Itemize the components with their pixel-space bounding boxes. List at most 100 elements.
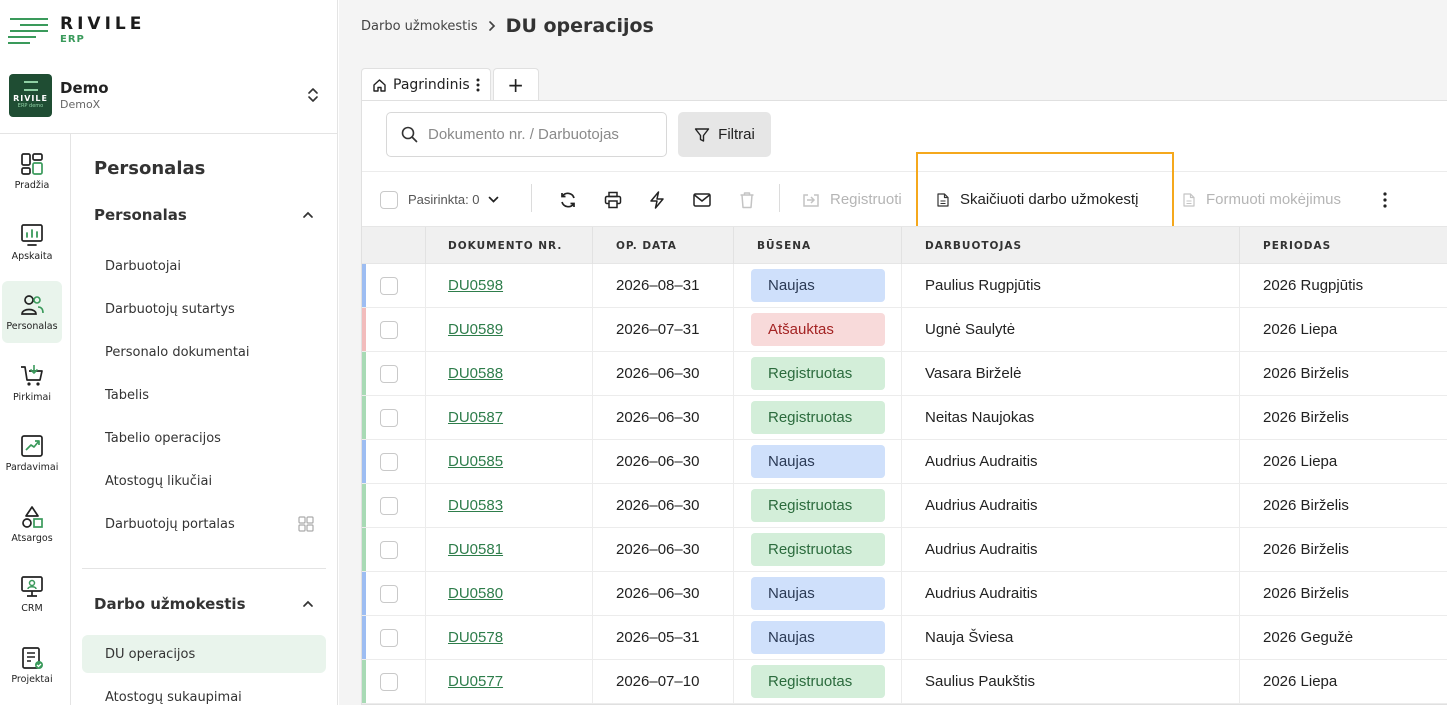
search-input[interactable] bbox=[428, 126, 648, 143]
col-darbuotojas[interactable]: DARBUOTOJAS bbox=[902, 227, 1240, 264]
document-link[interactable]: DU0598 bbox=[448, 277, 503, 294]
rail-item-projektai[interactable]: Projektai bbox=[2, 634, 62, 696]
search-icon bbox=[401, 126, 418, 143]
create-payments-button[interactable]: Formuoti mokėjimus bbox=[1183, 172, 1341, 227]
subnav-item-atostogu-sukaupimai[interactable]: Atostogų sukaupimai bbox=[82, 678, 326, 705]
home-icon bbox=[373, 78, 386, 92]
select-all-checkbox[interactable] bbox=[380, 190, 398, 209]
rail-item-pardavimai[interactable]: Pardavimai bbox=[2, 422, 62, 484]
tab-pagrindinis[interactable]: Pagrindinis bbox=[361, 68, 491, 101]
document-link[interactable]: DU0583 bbox=[448, 497, 503, 514]
document-link[interactable]: DU0580 bbox=[448, 585, 503, 602]
row-checkbox[interactable] bbox=[380, 364, 398, 383]
employee-name: Audrius Audraitis bbox=[925, 585, 1038, 602]
period: 2026 Liepa bbox=[1263, 453, 1338, 470]
table-row[interactable]: DU0585 2026–06–30 Naujas Audrius Audraitis 2… bbox=[362, 440, 1447, 484]
period: 2026 Rugpjūtis bbox=[1263, 277, 1364, 294]
document-link[interactable]: DU0578 bbox=[448, 629, 503, 646]
print-button[interactable] bbox=[604, 172, 622, 227]
chevron-down-icon bbox=[488, 196, 498, 203]
table-row[interactable]: DU0598 2026–08–31 Naujas Paulius Rugpjūtis 2… bbox=[362, 264, 1447, 308]
rail-item-personalas[interactable]: Personalas bbox=[2, 281, 62, 343]
subnav-item-darbuotoju-portalas[interactable]: Darbuotojų portalas bbox=[82, 505, 326, 543]
breadcrumb-parent[interactable]: Darbo užmokestis bbox=[361, 19, 478, 34]
subnav-item-darbuotoju-sutartys[interactable]: Darbuotojų sutartys bbox=[82, 290, 326, 328]
kebab-menu-icon[interactable] bbox=[476, 78, 480, 92]
status-badge: Naujas bbox=[751, 621, 885, 654]
document-link[interactable]: DU0577 bbox=[448, 673, 503, 690]
table-row[interactable]: DU0589 2026–07–31 Atšauktas Ugnė Saulytė 202… bbox=[362, 308, 1447, 352]
subnav-item-personalo-dokumentai[interactable]: Personalo dokumentai bbox=[82, 333, 326, 371]
subnav-group-darbo-uzmokestis[interactable]: Darbo užmokestis bbox=[94, 595, 314, 613]
select-all-dropdown[interactable]: Pasirinkta: 0 bbox=[380, 172, 499, 227]
company-name: Demo bbox=[60, 78, 109, 97]
table-body: DU0598 2026–08–31 Naujas Paulius Rugpjūtis 2… bbox=[362, 264, 1447, 704]
company-switcher[interactable]: RIVILE ERP demo Demo DemoX bbox=[9, 73, 329, 117]
grid-icon bbox=[298, 516, 314, 532]
status-badge: Registruotas bbox=[751, 533, 885, 566]
table-row[interactable]: DU0578 2026–05–31 Naujas Nauja Šviesa 2026 G… bbox=[362, 616, 1447, 660]
row-checkbox[interactable] bbox=[380, 408, 398, 427]
filter-button[interactable]: Filtrai bbox=[678, 112, 771, 157]
subnav-item-atostogu-likuciai[interactable]: Atostogų likučiai bbox=[82, 462, 326, 500]
row-checkbox[interactable] bbox=[380, 276, 398, 295]
register-button[interactable]: Registruoti bbox=[802, 172, 902, 227]
rail-item-pirkimai[interactable]: Pirkimai bbox=[2, 352, 62, 414]
status-badge: Naujas bbox=[751, 269, 885, 302]
chevron-up-down-icon[interactable] bbox=[303, 85, 323, 105]
calculate-salary-button[interactable]: Skaičiuoti darbo užmokestį bbox=[937, 172, 1138, 227]
subnav-item-darbuotojai[interactable]: Darbuotojai bbox=[82, 247, 326, 285]
filter-icon bbox=[694, 127, 710, 142]
subnav-item-du-operacijos[interactable]: DU operacijos bbox=[82, 635, 326, 673]
document-link[interactable]: DU0589 bbox=[448, 321, 503, 338]
quick-action-button[interactable] bbox=[649, 172, 665, 227]
subnav-group-personalas[interactable]: Personalas bbox=[94, 206, 314, 224]
delete-button[interactable] bbox=[739, 172, 755, 227]
period: 2026 Birželis bbox=[1263, 409, 1349, 426]
status-badge: Registruotas bbox=[751, 401, 885, 434]
rail-item-atsargos[interactable]: Atsargos bbox=[2, 493, 62, 555]
table-row[interactable]: DU0588 2026–06–30 Registruotas Vasara Birže… bbox=[362, 352, 1447, 396]
row-checkbox[interactable] bbox=[380, 496, 398, 515]
document-icon bbox=[937, 192, 949, 207]
email-button[interactable] bbox=[693, 172, 711, 227]
rivile-logo[interactable]: RIVILE ERP bbox=[8, 14, 145, 50]
status-accent bbox=[362, 396, 366, 439]
document-link[interactable]: DU0581 bbox=[448, 541, 503, 558]
action-toolbar: Pasirinkta: 0 Registruoti Skaičiuoti dar… bbox=[362, 152, 1447, 243]
row-checkbox[interactable] bbox=[380, 320, 398, 339]
more-actions-button[interactable] bbox=[1383, 172, 1387, 227]
col-busena[interactable]: BŪSENA bbox=[734, 227, 902, 264]
table-row[interactable]: DU0577 2026–07–10 Registruotas Saulius Pauk… bbox=[362, 660, 1447, 704]
document-link[interactable]: DU0585 bbox=[448, 453, 503, 470]
refresh-button[interactable] bbox=[559, 172, 577, 227]
table-row[interactable]: DU0583 2026–06–30 Registruotas Audrius Audr… bbox=[362, 484, 1447, 528]
company-avatar: RIVILE ERP demo bbox=[9, 73, 52, 117]
row-checkbox[interactable] bbox=[380, 628, 398, 647]
row-checkbox[interactable] bbox=[380, 452, 398, 471]
view-tabs: Pagrindinis + bbox=[361, 68, 539, 101]
subnav-item-tabelio-operacijos[interactable]: Tabelio operacijos bbox=[82, 419, 326, 457]
col-dokumento-nr[interactable]: DOKUMENTO NR. bbox=[426, 227, 593, 264]
employee-name: Audrius Audraitis bbox=[925, 453, 1038, 470]
period: 2026 Liepa bbox=[1263, 673, 1338, 690]
table-row[interactable]: DU0587 2026–06–30 Registruotas Neitas Naujo… bbox=[362, 396, 1447, 440]
rail-item-crm[interactable]: CRM bbox=[2, 563, 62, 625]
table-row[interactable]: DU0580 2026–06–30 Naujas Audrius Audraitis 2… bbox=[362, 572, 1447, 616]
document-link[interactable]: DU0588 bbox=[448, 365, 503, 382]
document-link[interactable]: DU0587 bbox=[448, 409, 503, 426]
add-tab-button[interactable]: + bbox=[492, 68, 539, 101]
rail-item-pradzia[interactable]: Pradžia bbox=[2, 140, 62, 202]
col-periodas[interactable]: PERIODAS bbox=[1240, 227, 1447, 264]
subnav-item-tabelis[interactable]: Tabelis bbox=[82, 376, 326, 414]
col-op-data[interactable]: OP. DATA bbox=[593, 227, 734, 264]
row-checkbox[interactable] bbox=[380, 672, 398, 691]
content-panel: Filtrai Pasirinkta: 0 bbox=[361, 100, 1447, 705]
module-rail: Pradžia Apskaita Personalas Pirkimai Par… bbox=[0, 134, 71, 705]
table-row[interactable]: DU0581 2026–06–30 Registruotas Audrius Audr… bbox=[362, 528, 1447, 572]
status-accent bbox=[362, 308, 366, 351]
row-checkbox[interactable] bbox=[380, 584, 398, 603]
rail-item-apskaita[interactable]: Apskaita bbox=[2, 211, 62, 273]
row-checkbox[interactable] bbox=[380, 540, 398, 559]
operations-table: DOKUMENTO NR. OP. DATA BŪSENA DARBUOTOJA… bbox=[362, 226, 1447, 704]
